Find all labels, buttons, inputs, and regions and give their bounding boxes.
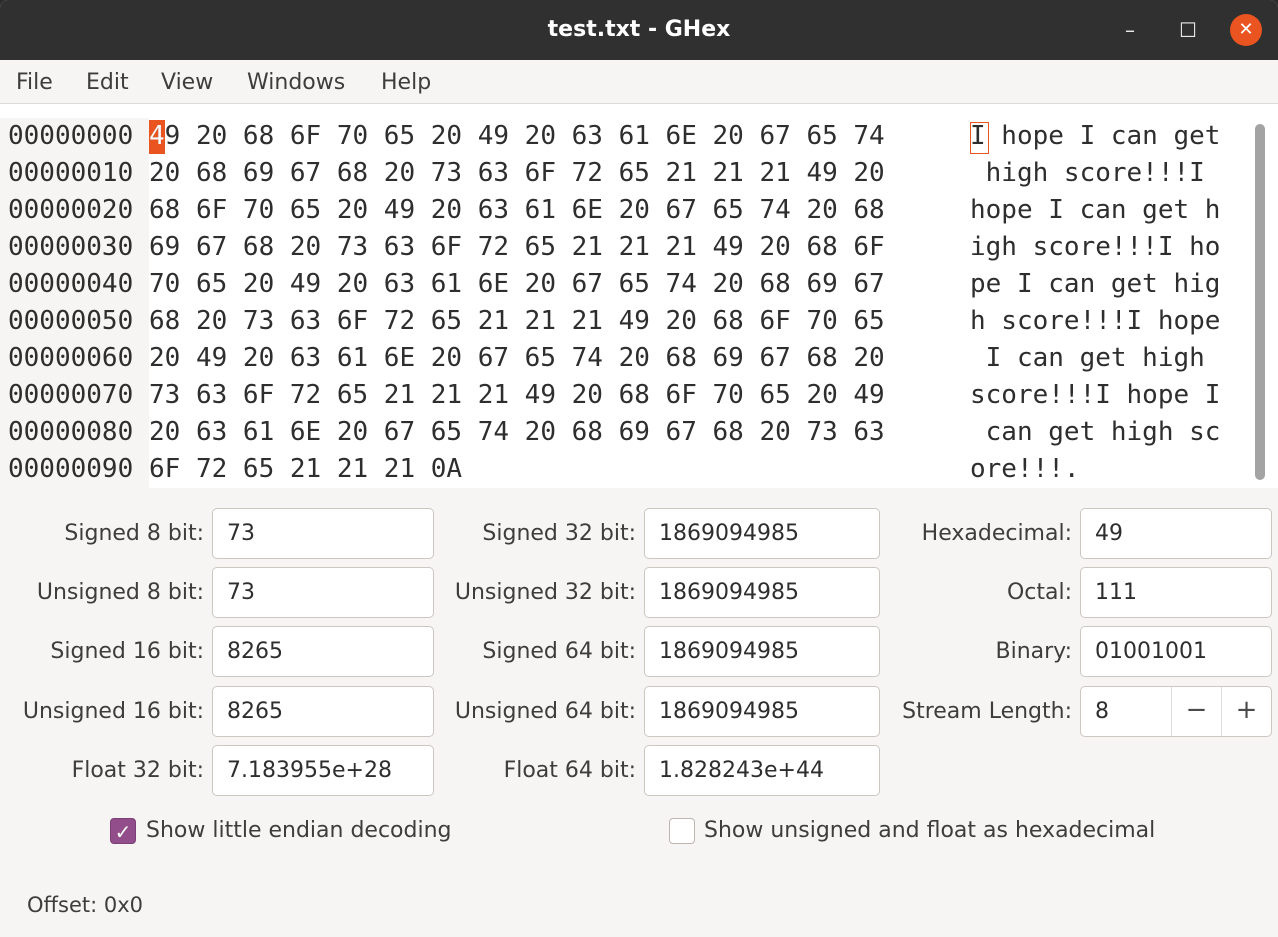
hex-row[interactable]: 49 20 68 6F 70 65 20 49 20 63 61 6E 20 6… <box>149 118 885 155</box>
unsigned-hex-label[interactable]: Show unsigned and float as hexadecimal <box>704 816 1155 846</box>
increment-button[interactable]: + <box>1221 687 1271 736</box>
menu-windows[interactable]: Windows <box>247 60 345 104</box>
unsigned-hex-checkbox[interactable] <box>669 818 695 844</box>
hex-row[interactable]: 68 6F 70 65 20 49 20 63 61 6E 20 67 65 7… <box>149 192 885 229</box>
unsigned-16-field[interactable]: 8265 <box>212 686 434 737</box>
menu-bar: File Edit View Windows Help <box>0 60 1278 104</box>
ascii-row[interactable]: I can get high <box>970 340 1220 377</box>
offset-row: 00000070 <box>8 380 134 410</box>
decrement-button[interactable]: − <box>1171 687 1221 736</box>
unsigned-16-label: Unsigned 16 bit: <box>22 699 204 724</box>
hex-row[interactable]: 20 68 69 67 68 20 73 63 6F 72 65 21 21 2… <box>149 155 885 192</box>
float-32-field[interactable]: 7.183955e+28 <box>212 745 434 796</box>
float-64-label: Float 64 bit: <box>503 758 636 783</box>
hex-row[interactable]: 20 63 61 6E 20 67 65 74 20 68 69 67 68 2… <box>149 414 885 451</box>
ghex-window: test.txt - GHex – ☐ ✕ File Edit View Win… <box>0 0 1278 937</box>
ascii-row[interactable]: I hope I can get <box>970 118 1220 155</box>
close-button[interactable]: ✕ <box>1230 14 1262 46</box>
stream-length-label: Stream Length: <box>902 699 1072 724</box>
unsigned-8-field[interactable]: 73 <box>212 567 434 618</box>
ascii-row[interactable]: h score!!!I hope <box>970 303 1220 340</box>
unsigned-64-field[interactable]: 1869094985 <box>644 686 880 737</box>
signed-8-field[interactable]: 73 <box>212 508 434 559</box>
minimize-button[interactable]: – <box>1114 14 1146 46</box>
float-32-label: Float 32 bit: <box>71 758 204 783</box>
octal-field[interactable]: 111 <box>1080 567 1272 618</box>
unsigned-32-label: Unsigned 32 bit: <box>454 580 636 605</box>
unsigned-8-label: Unsigned 8 bit: <box>36 580 204 605</box>
unsigned-64-label: Unsigned 64 bit: <box>454 699 636 724</box>
stream-length-value[interactable]: 8 <box>1095 687 1109 736</box>
status-offset: Offset: 0x0 <box>27 893 143 917</box>
hex-row[interactable]: 20 49 20 63 61 6E 20 67 65 74 20 68 69 6… <box>149 340 885 377</box>
offset-row: 00000000 <box>8 121 134 151</box>
offset-row: 00000010 <box>8 158 134 188</box>
offset-row: 00000080 <box>8 417 134 447</box>
ascii-row[interactable]: pe I can get hig <box>970 266 1220 303</box>
offset-row: 00000030 <box>8 232 134 262</box>
hex-row[interactable]: 6F 72 65 21 21 21 0A <box>149 451 462 488</box>
signed-64-field[interactable]: 1869094985 <box>644 626 880 677</box>
menu-edit[interactable]: Edit <box>86 60 129 104</box>
signed-8-label: Signed 8 bit: <box>64 521 204 546</box>
ascii-row[interactable]: hope I can get h <box>970 192 1220 229</box>
offset-row: 00000090 <box>8 454 134 484</box>
menu-view[interactable]: View <box>161 60 213 104</box>
signed-32-label: Signed 32 bit: <box>482 521 636 546</box>
unsigned-32-field[interactable]: 1869094985 <box>644 567 880 618</box>
binary-label: Binary: <box>995 639 1072 664</box>
title-bar[interactable]: test.txt - GHex – ☐ ✕ <box>0 0 1278 60</box>
menu-help[interactable]: Help <box>381 60 431 104</box>
little-endian-checkbox[interactable]: ✓ <box>110 818 136 844</box>
maximize-button[interactable]: ☐ <box>1172 14 1204 46</box>
octal-label: Octal: <box>1006 580 1072 605</box>
offset-row: 00000050 <box>8 306 134 336</box>
offset-row: 00000040 <box>8 269 134 299</box>
float-64-field[interactable]: 1.828243e+44 <box>644 745 880 796</box>
ascii-row[interactable]: ore!!!. <box>970 451 1080 488</box>
stream-length-spinner[interactable]: 8 − + <box>1080 686 1272 737</box>
ascii-row[interactable]: igh score!!!I ho <box>970 229 1220 266</box>
hex-row[interactable]: 68 20 73 63 6F 72 65 21 21 21 49 20 68 6… <box>149 303 885 340</box>
signed-32-field[interactable]: 1869094985 <box>644 508 880 559</box>
ascii-row[interactable]: score!!!I hope I <box>970 377 1220 414</box>
signed-16-label: Signed 16 bit: <box>50 639 204 664</box>
menu-file[interactable]: File <box>16 60 53 104</box>
ascii-row[interactable]: high score!!!I <box>970 155 1220 192</box>
hex-row[interactable]: 70 65 20 49 20 63 61 6E 20 67 65 74 20 6… <box>149 266 885 303</box>
hex-row[interactable]: 69 67 68 20 73 63 6F 72 65 21 21 21 49 2… <box>149 229 885 266</box>
signed-64-label: Signed 64 bit: <box>482 639 636 664</box>
little-endian-label[interactable]: Show little endian decoding <box>146 816 452 846</box>
hex-row[interactable]: 73 63 6F 72 65 21 21 21 49 20 68 6F 70 6… <box>149 377 885 414</box>
binary-field[interactable]: 01001001 <box>1080 626 1272 677</box>
ascii-row[interactable]: can get high sc <box>970 414 1221 451</box>
hex-editor-view[interactable]: 00000000 00000010 00000020 00000030 0000… <box>0 104 1278 488</box>
offset-row: 00000060 <box>8 343 134 373</box>
scrollbar-thumb[interactable] <box>1255 124 1265 480</box>
signed-16-field[interactable]: 8265 <box>212 626 434 677</box>
window-title: test.txt - GHex <box>547 17 731 42</box>
hexadecimal-label: Hexadecimal: <box>921 521 1072 546</box>
hexadecimal-field[interactable]: 49 <box>1080 508 1272 559</box>
offset-row: 00000020 <box>8 195 134 225</box>
cursor-nibble: 4 <box>149 121 165 151</box>
